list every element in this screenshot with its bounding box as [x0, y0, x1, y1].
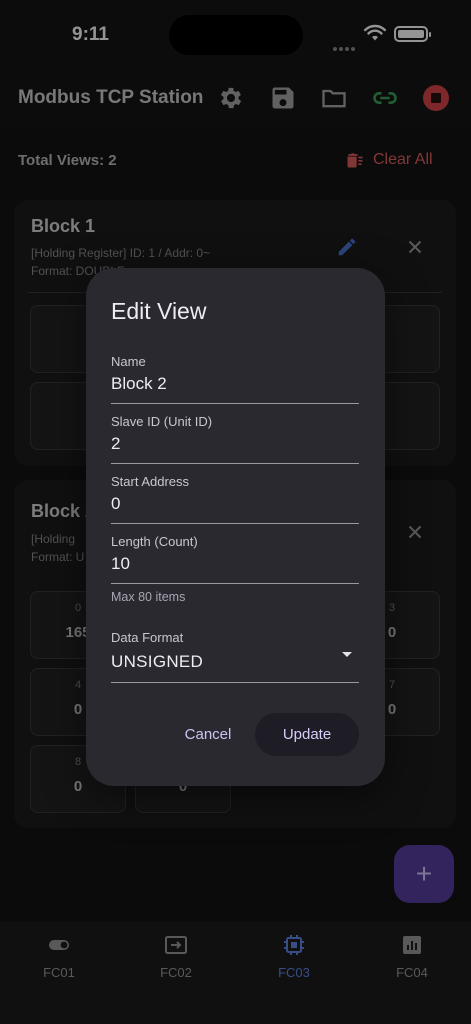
length-field-value: 10	[111, 554, 130, 573]
name-field-label: Name	[111, 354, 146, 369]
name-field-value: Block 2	[111, 374, 167, 393]
start-address-field-value: 0	[111, 494, 121, 513]
slave-id-field-label: Slave ID (Unit ID)	[111, 414, 213, 429]
name-field[interactable]: Name Block 2	[111, 354, 359, 404]
slave-id-field[interactable]: Slave ID (Unit ID) 2	[111, 414, 359, 464]
length-helper-text: Max 80 items	[111, 590, 186, 604]
edit-view-dialog: Edit View Name Block 2 Slave ID (Unit ID…	[86, 268, 385, 786]
data-format-label: Data Format	[111, 630, 184, 645]
dropdown-arrow-icon	[342, 652, 352, 657]
start-address-field[interactable]: Start Address 0	[111, 474, 359, 524]
length-field[interactable]: Length (Count) 10	[111, 534, 359, 584]
slave-id-field-value: 2	[111, 434, 121, 453]
length-field-label: Length (Count)	[111, 534, 198, 549]
cancel-button[interactable]: Cancel	[175, 713, 241, 755]
data-format-select[interactable]: Data Format UNSIGNED	[111, 630, 359, 683]
dialog-title: Edit View	[111, 298, 207, 324]
data-format-value: UNSIGNED	[111, 652, 204, 671]
start-address-field-label: Start Address	[111, 474, 190, 489]
update-button[interactable]: Update	[255, 713, 359, 756]
